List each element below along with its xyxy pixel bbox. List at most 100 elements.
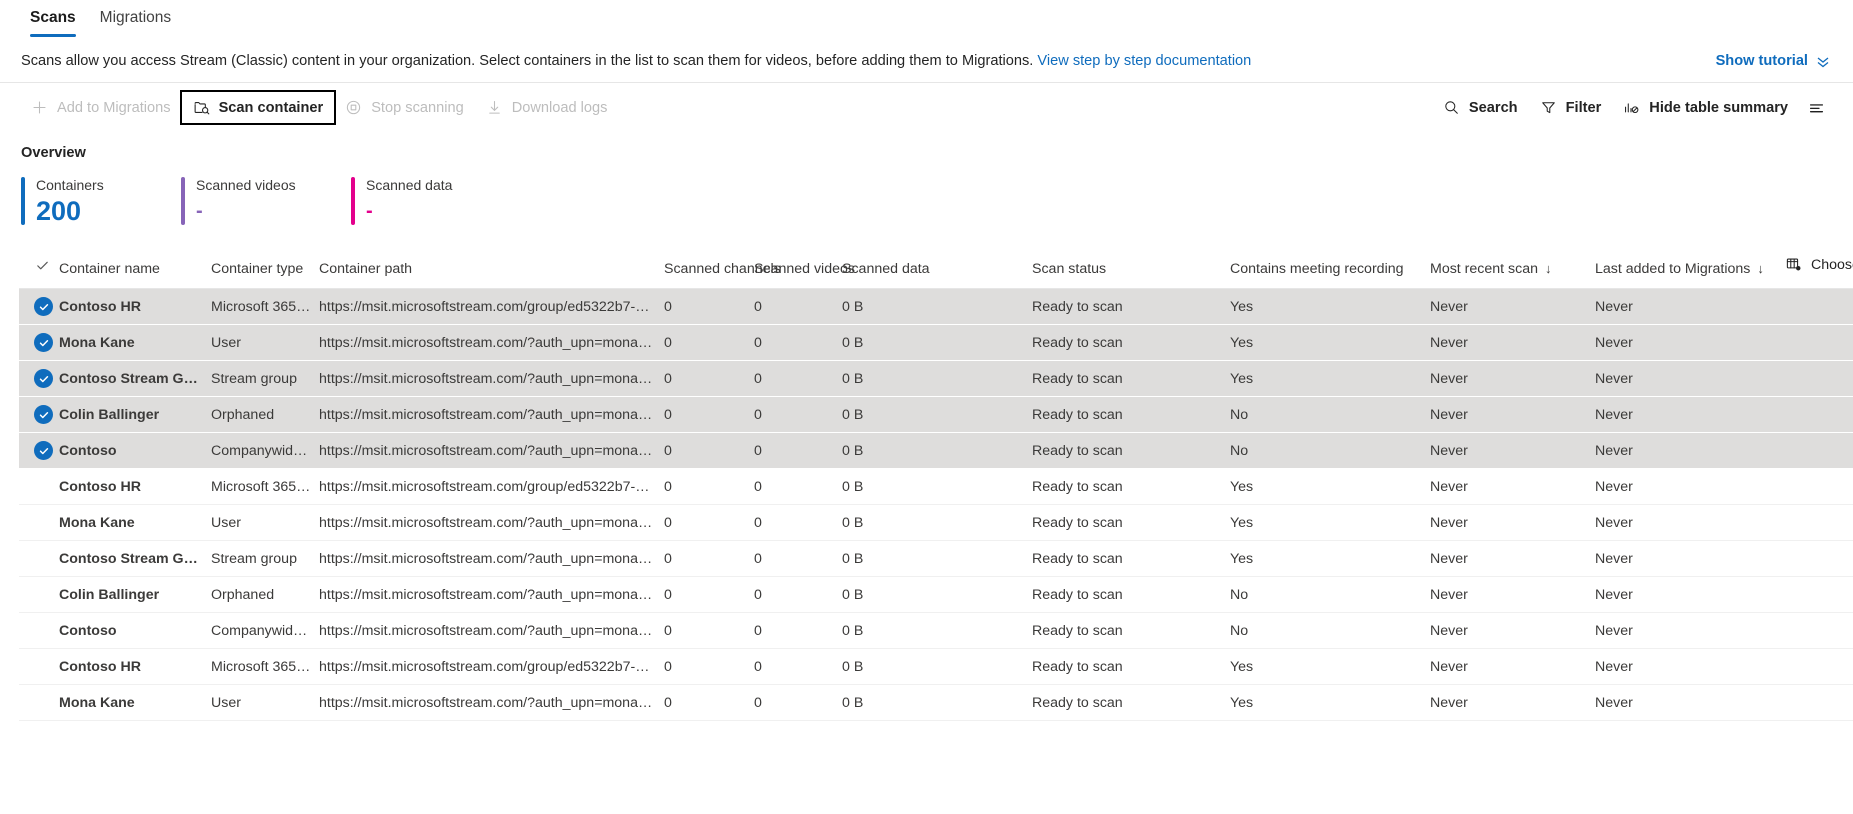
cell-scanned-data: 0 B [842, 613, 1032, 649]
cell-contains-meeting-recording: Yes [1230, 361, 1430, 397]
row-checkbox-cell[interactable] [19, 289, 59, 325]
choose-columns-button[interactable]: Choose columns [1785, 256, 1853, 273]
cell-scanned-videos: 0 [754, 541, 842, 577]
table-row[interactable]: Contoso Stream GroupStream grouphttps://… [19, 541, 1853, 577]
cell-type: User [211, 685, 319, 721]
row-checkbox-cell[interactable] [19, 685, 59, 721]
cell-scanned-videos: 0 [754, 613, 842, 649]
card-accent-bar [181, 177, 185, 225]
cell-contains-meeting-recording: No [1230, 433, 1430, 469]
cell-spacer [1785, 541, 1853, 577]
cell-contains-meeting-recording: Yes [1230, 649, 1430, 685]
card-accent-bar [351, 177, 355, 225]
card-value: - [196, 197, 296, 225]
cell-scanned-videos: 0 [754, 577, 842, 613]
table-row[interactable]: Contoso HRMicrosoft 365 grouphttps://msi… [19, 649, 1853, 685]
command-label: Download logs [512, 100, 608, 116]
search-button[interactable]: Search [1432, 92, 1529, 123]
column-header-scan-status[interactable]: Scan status [1032, 249, 1230, 289]
row-checkbox-checked[interactable] [34, 405, 53, 424]
documentation-link[interactable]: View step by step documentation [1037, 53, 1251, 69]
show-tutorial-label: Show tutorial [1716, 53, 1808, 69]
show-tutorial-button[interactable]: Show tutorial [1716, 53, 1831, 69]
hide-table-summary-button[interactable]: Hide table summary [1612, 92, 1799, 123]
scan-container-icon [193, 99, 210, 116]
row-checkbox-cell[interactable] [19, 433, 59, 469]
table-row[interactable]: Mona KaneUserhttps://msit.microsoftstrea… [19, 325, 1853, 361]
cell-scanned-channels: 0 [664, 289, 754, 325]
command-label: Stop scanning [371, 100, 464, 116]
tab-scans[interactable]: Scans [18, 0, 88, 37]
row-checkbox-cell[interactable] [19, 649, 59, 685]
table-row[interactable]: Mona KaneUserhttps://msit.microsoftstrea… [19, 505, 1853, 541]
row-checkbox-cell[interactable] [19, 469, 59, 505]
column-header-scanned-videos[interactable]: Scanned videos [754, 249, 842, 289]
cell-scanned-channels: 0 [664, 397, 754, 433]
cell-contains-meeting-recording: Yes [1230, 289, 1430, 325]
row-checkbox-cell[interactable] [19, 505, 59, 541]
row-checkbox-cell[interactable] [19, 397, 59, 433]
filter-button[interactable]: Filter [1529, 92, 1613, 123]
column-header-most-recent-scan[interactable]: Most recent scan↓ [1430, 249, 1595, 289]
table-row[interactable]: Contoso HRMicrosoft 365 grouphttps://msi… [19, 469, 1853, 505]
containers-table-wrapper: Container nameContainer type Container pa… [0, 249, 1853, 722]
cell-path: https://msit.microsoftstream.com/?auth_u… [319, 505, 664, 541]
cell-scanned-data: 0 B [842, 505, 1032, 541]
table-row[interactable]: ContosoCompanywide channelhttps://msit.m… [19, 433, 1853, 469]
column-header-choose-columns[interactable]: Choose columns [1785, 249, 1853, 289]
overview-section: Overview Containers200Scanned videos-Sca… [0, 132, 1853, 225]
tab-migrations[interactable]: Migrations [88, 0, 184, 37]
row-checkbox-checked[interactable] [34, 333, 53, 352]
select-all-checkbox[interactable] [31, 255, 53, 277]
choose-columns-label: Choose columns [1811, 257, 1853, 273]
cell-path: https://msit.microsoftstream.com/?auth_u… [319, 577, 664, 613]
table-row[interactable]: Colin BallingerOrphanedhttps://msit.micr… [19, 577, 1853, 613]
row-checkbox-cell[interactable] [19, 577, 59, 613]
table-row[interactable]: Colin BallingerOrphanedhttps://msit.micr… [19, 397, 1853, 433]
row-checkbox-cell[interactable] [19, 613, 59, 649]
column-header-path[interactable]: Container path [319, 249, 664, 289]
cell-contains-meeting-recording: Yes [1230, 685, 1430, 721]
cell-last-added-to-migrations: Never [1595, 577, 1785, 613]
overview-card-scanned-data: Scanned data- [351, 177, 521, 225]
hide-table-summary-icon [1623, 99, 1640, 116]
table-row[interactable]: Contoso Stream GroupStream grouphttps://… [19, 361, 1853, 397]
column-header-scanned-data[interactable]: Scanned data [842, 249, 1032, 289]
cell-scanned-data: 0 B [842, 577, 1032, 613]
cell-scanned-channels: 0 [664, 685, 754, 721]
cell-scanned-channels: 0 [664, 361, 754, 397]
cell-most-recent-scan: Never [1430, 541, 1595, 577]
table-row[interactable]: ContosoCompanywide channelhttps://msit.m… [19, 613, 1853, 649]
command-label: Search [1469, 100, 1518, 116]
cell-scanned-data: 0 B [842, 325, 1032, 361]
cell-type: Microsoft 365 group [211, 469, 319, 505]
cell-path: https://msit.microsoftstream.com/?auth_u… [319, 541, 664, 577]
row-checkbox-cell[interactable] [19, 541, 59, 577]
scan-container-button[interactable]: Scan container [182, 92, 335, 123]
cell-scanned-data: 0 B [842, 289, 1032, 325]
row-checkbox-cell[interactable] [19, 325, 59, 361]
cell-name: Colin Ballinger [59, 397, 211, 433]
table-row[interactable]: Mona KaneUserhttps://msit.microsoftstrea… [19, 685, 1853, 721]
cell-scan-status: Ready to scan [1032, 325, 1230, 361]
cell-scan-status: Ready to scan [1032, 541, 1230, 577]
column-header-last-added-to-migrations[interactable]: Last added to Migrations↓ [1595, 249, 1785, 289]
table-row[interactable]: Contoso HRMicrosoft 365 grouphttps://msi… [19, 289, 1853, 325]
row-checkbox-checked[interactable] [34, 297, 53, 316]
column-header-label: Container type [211, 261, 303, 277]
row-checkbox-cell[interactable] [19, 361, 59, 397]
card-body: Scanned data- [366, 177, 452, 225]
column-header-scanned-channels[interactable]: Scanned channels [664, 249, 754, 289]
more-options-icon[interactable] [1799, 92, 1833, 124]
column-header-label: Last added to Migrations [1595, 261, 1750, 277]
column-header-contains-meeting-recording[interactable]: Contains meeting recording [1230, 249, 1430, 289]
row-checkbox-checked[interactable] [34, 441, 53, 460]
cell-most-recent-scan: Never [1430, 613, 1595, 649]
cell-last-added-to-migrations: Never [1595, 433, 1785, 469]
cell-most-recent-scan: Never [1430, 361, 1595, 397]
column-header-check[interactable] [19, 249, 59, 289]
cell-name: Contoso HR [59, 649, 211, 685]
column-header-type[interactable]: Container type [211, 249, 319, 289]
column-header-name[interactable]: Container name [59, 249, 211, 289]
row-checkbox-checked[interactable] [34, 369, 53, 388]
